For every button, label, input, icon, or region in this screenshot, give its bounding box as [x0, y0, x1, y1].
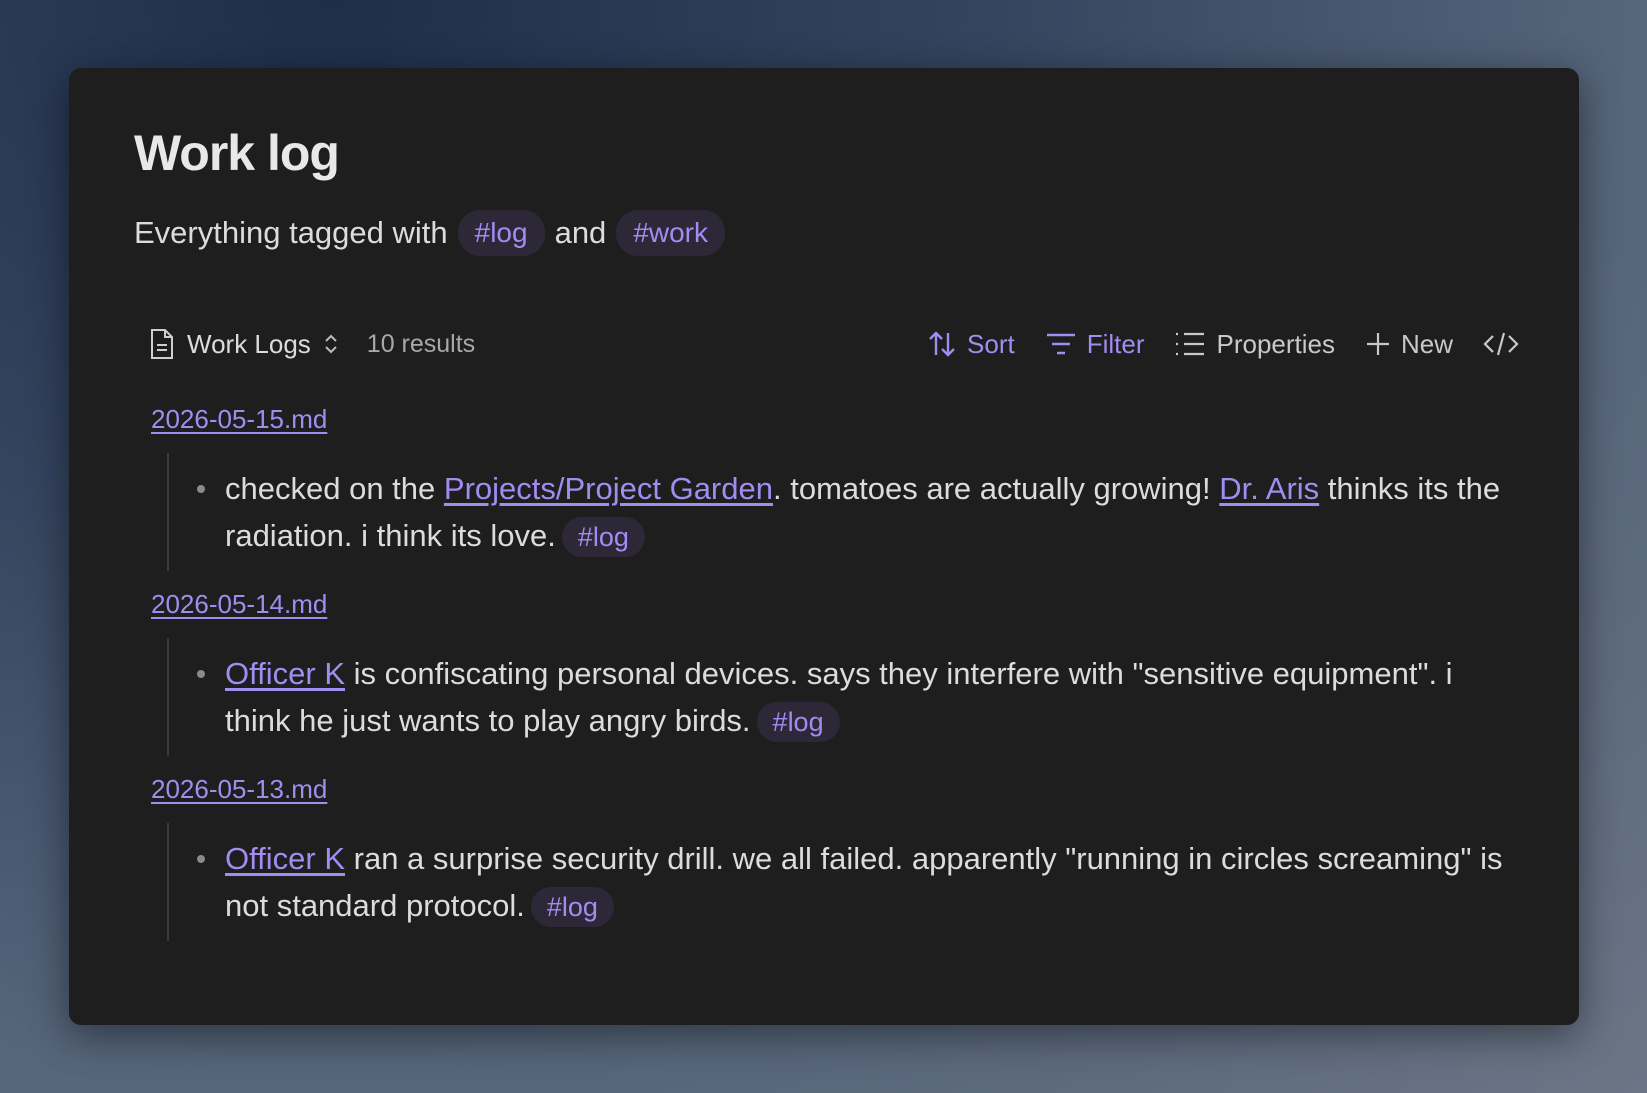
- new-label: New: [1400, 328, 1453, 359]
- view-selector[interactable]: Work Logs 10 results: [149, 328, 475, 360]
- list-icon: [1174, 330, 1206, 358]
- result-group: 2026-05-14.md Officer K is confiscating …: [151, 589, 1519, 756]
- tag-log[interactable]: #log: [561, 517, 645, 557]
- results-count: 10 results: [366, 329, 476, 358]
- internal-link[interactable]: Officer K: [225, 656, 345, 691]
- document-icon: [149, 328, 175, 360]
- work-log-panel: Work log Everything tagged with #log and…: [69, 68, 1579, 1025]
- view-name: Work Logs: [187, 328, 311, 359]
- toolbar-actions: Sort Filter Properties New: [927, 329, 1519, 360]
- chevron-up-down-icon: [323, 332, 339, 356]
- tag-log[interactable]: #log: [756, 702, 840, 742]
- group-body: Officer K ran a surprise security drill.…: [167, 823, 1519, 941]
- sort-button[interactable]: Sort: [927, 329, 1015, 360]
- subtitle-and: and: [554, 215, 607, 250]
- list-item: Officer K ran a surprise security drill.…: [197, 835, 1519, 929]
- page-title: Work log: [134, 125, 340, 181]
- plus-icon: [1365, 331, 1391, 357]
- tag-log[interactable]: #log: [457, 210, 545, 256]
- filter-button[interactable]: Filter: [1045, 328, 1145, 360]
- results-list: 2026-05-15.md checked on the Projects/Pr…: [151, 404, 1519, 959]
- code-view-button[interactable]: [1483, 330, 1519, 358]
- group-body: checked on the Projects/Project Garden. …: [167, 453, 1519, 571]
- base-toolbar: Work Logs 10 results Sort Filter Propert…: [149, 324, 1519, 364]
- file-link[interactable]: 2026-05-13.md: [151, 774, 327, 805]
- tag-work[interactable]: #work: [616, 210, 726, 256]
- filter-icon: [1045, 330, 1077, 358]
- result-group: 2026-05-15.md checked on the Projects/Pr…: [151, 404, 1519, 571]
- new-button[interactable]: New: [1365, 329, 1453, 360]
- item-text: . tomatoes are actually growing!: [772, 471, 1220, 506]
- properties-label: Properties: [1216, 328, 1335, 359]
- item-text: checked on the: [225, 471, 444, 506]
- file-link[interactable]: 2026-05-15.md: [151, 404, 327, 435]
- tag-log[interactable]: #log: [530, 887, 614, 927]
- group-body: Officer K is confiscating personal devic…: [167, 638, 1519, 756]
- properties-button[interactable]: Properties: [1174, 329, 1335, 360]
- internal-link[interactable]: Officer K: [225, 841, 345, 876]
- code-icon: [1483, 330, 1519, 358]
- page-subtitle: Everything tagged with #log and #work: [134, 210, 726, 256]
- sort-label: Sort: [967, 328, 1015, 359]
- internal-link[interactable]: Projects/Project Garden: [444, 471, 773, 506]
- list-item: Officer K is confiscating personal devic…: [197, 650, 1519, 744]
- subtitle-text: Everything tagged with: [134, 215, 448, 250]
- file-link[interactable]: 2026-05-14.md: [151, 589, 327, 620]
- list-item: checked on the Projects/Project Garden. …: [197, 465, 1519, 559]
- internal-link[interactable]: Dr. Aris: [1219, 471, 1319, 506]
- filter-label: Filter: [1086, 328, 1145, 359]
- result-group: 2026-05-13.md Officer K ran a surprise s…: [151, 774, 1519, 941]
- item-text: ran a surprise security drill. we all fa…: [225, 841, 1503, 923]
- sort-icon: [927, 329, 957, 359]
